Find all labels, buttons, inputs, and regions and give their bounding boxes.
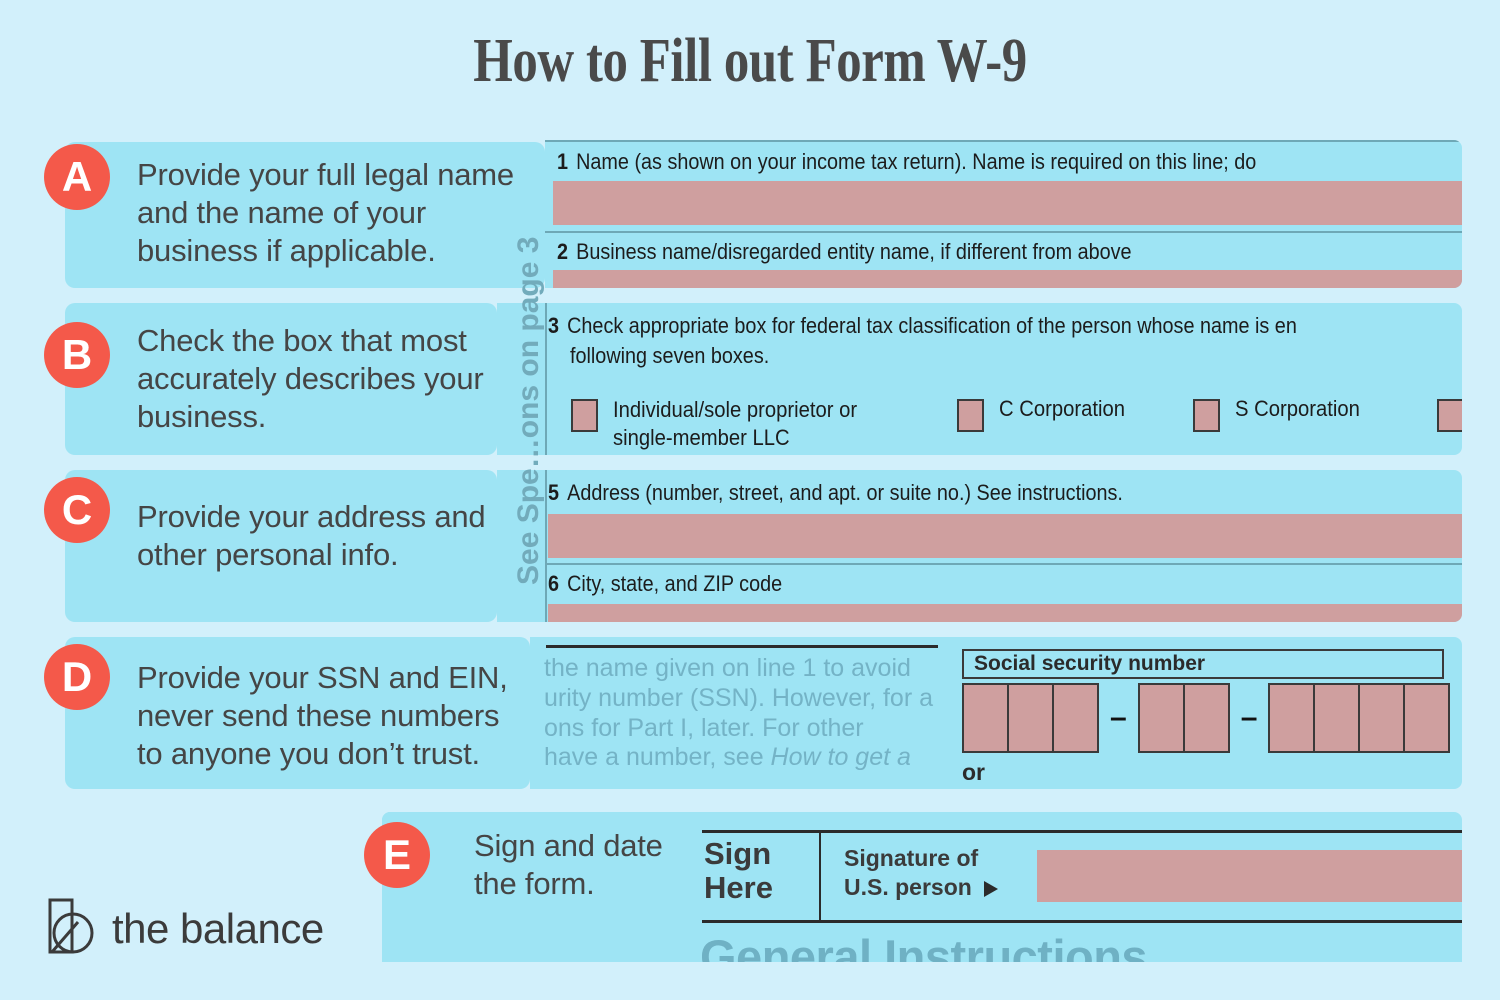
form-line-3-number: 3 [548,313,560,338]
ghost-line-2: urity number (SSN). However, for a [544,683,934,712]
step-badge-a: A [44,144,110,210]
step-text-e: Sign and date the form. [474,828,663,902]
sign-here-line-2: Here [704,870,773,906]
ssn-or-label: or [962,759,985,785]
classification-label-c-corp: C Corporation [999,396,1125,421]
ssn-digit-box[interactable] [1403,683,1451,753]
divider-line-2 [545,231,1462,233]
ssn-group-2[interactable] [1137,683,1230,753]
step-badge-d: D [44,644,110,710]
ghost-line-4-text: have a number, see [544,743,771,772]
ghost-line-4-italic: How to get a [770,743,911,772]
divider-top-a [545,140,1462,142]
ssn-separator: – [1110,701,1127,734]
ssn-separator: – [1240,701,1258,734]
form-card-c: 5 Address (number, street, and apt. or su… [497,470,1462,622]
form-line-6-number: 6 [548,571,560,596]
step-text-d: Provide your SSN and EIN, never send the… [137,660,508,772]
ssn-digit-box[interactable] [1358,683,1406,753]
checkbox-individual-icon[interactable] [571,399,598,432]
ssn-group-3[interactable] [1268,683,1451,753]
signature-input[interactable] [1037,850,1462,902]
form-card-a: 1 Name (as shown on your income tax retur… [545,140,1462,288]
form-line-1-number: 1 [557,149,569,174]
divider-line-6 [545,563,1462,565]
form-line-2-input[interactable] [553,270,1462,288]
step-badge-c: C [44,477,110,543]
ssn-digit-box[interactable] [1052,683,1099,753]
step-text-a: Provide your full legal name and the nam… [137,157,514,269]
form-line-2-number: 2 [557,239,569,264]
ssn-digit-box[interactable] [1313,683,1361,753]
step-text-b: Check the box that most accurately descr… [137,323,484,435]
ssn-digit-box[interactable] [1268,683,1316,753]
page-title: How to Fill out Form W-9 [473,27,1027,95]
checkbox-s-corporation-icon[interactable] [1193,399,1220,432]
form-line-3-label-a: Check appropriate box for federal tax cl… [567,313,1297,338]
form-line-6-label: City, state, and ZIP code [567,571,783,596]
step-text-c: Provide your address and other personal … [137,499,486,573]
form-line-2-label: Business name/disregarded entity name, i… [576,239,1132,264]
sign-here-divider [819,830,821,923]
form-line-1-label: Name (as shown on your income tax return… [576,149,1257,174]
classification-option-s-corp[interactable]: S Corporation [1193,396,1371,432]
sign-here-bottom-rule [692,920,1462,923]
ssn-digit-box[interactable] [962,683,1009,753]
classification-option-individual[interactable]: Individual/sole proprietor or single-memb… [571,396,953,452]
form-side-label: See Spe…ons on page 3 [512,236,545,585]
classification-option-truncated[interactable] [1437,396,1462,432]
ssn-digit-box[interactable] [1007,683,1054,753]
brand-logo[interactable]: the balance [48,898,324,959]
form-card-b: 3 Check appropriate box for federal tax c… [497,303,1462,455]
ssn-group-1[interactable] [962,683,1099,753]
ssn-digit-box[interactable] [1137,683,1185,753]
sign-here-top-rule [692,830,1462,833]
form-line-3: 3 Check appropriate box for federal tax c… [548,313,1380,369]
step-badge-e: E [364,822,430,888]
form-line-2: 2 Business name/disregarded entity name, … [557,239,1195,265]
form-line-5: 5 Address (number, street, and apt. or su… [548,480,1187,506]
form-line-1: 1 Name (as shown on your income tax retur… [557,149,1334,175]
right-triangle-icon [984,875,999,904]
sign-here-line-1: Sign [704,836,772,871]
part1-ghost-text: the name given on line 1 to avoid urity … [544,654,933,773]
ghost-line-4: have a number, see How to get a [544,743,933,773]
part1-top-rule [546,645,938,648]
general-instructions-heading: General Instructions [700,930,1148,962]
form-line-5-label: Address (number, street, and apt. or sui… [567,480,1123,505]
ghost-line-3: ons for Part I, later. For other [544,713,864,742]
checkbox-c-corporation-icon[interactable] [957,399,984,432]
ssn-block: Social security number – – or [962,649,1451,786]
form-line-3-label-b: following seven boxes. [570,343,770,368]
classification-label-s-corp: S Corporation [1235,396,1360,421]
form-line-1-input[interactable] [553,181,1462,225]
form-card-d: the name given on line 1 to avoid urity … [530,637,1462,789]
ghost-line-1: the name given on line 1 to avoid [544,654,911,682]
signature-of-label: Signature of U.S. person [844,844,999,904]
classification-label-individual: Individual/sole proprietor or single-memb… [613,397,858,451]
form-line-5-number: 5 [548,480,560,505]
ssn-digit-box[interactable] [1182,683,1230,753]
ssn-title: Social security number [974,652,1206,675]
form-line-6-input[interactable] [548,604,1462,622]
balance-b-mark-icon [48,898,98,959]
classification-option-c-corp[interactable]: C Corporation [957,396,1136,432]
checkbox-truncated-icon[interactable] [1437,399,1462,432]
brand-name: the balance [112,904,324,952]
ssn-title-box: Social security number [962,649,1444,679]
signature-label-line-2: U.S. person [844,873,999,904]
ssn-fields: – – [962,683,1451,753]
form-line-6: 6 City, state, and ZIP code [548,571,808,597]
signature-label-line-1: Signature of [844,845,979,871]
form-line-5-input[interactable] [548,514,1462,558]
sign-here-label: Sign Here [704,836,773,906]
step-badge-b: B [44,322,110,388]
